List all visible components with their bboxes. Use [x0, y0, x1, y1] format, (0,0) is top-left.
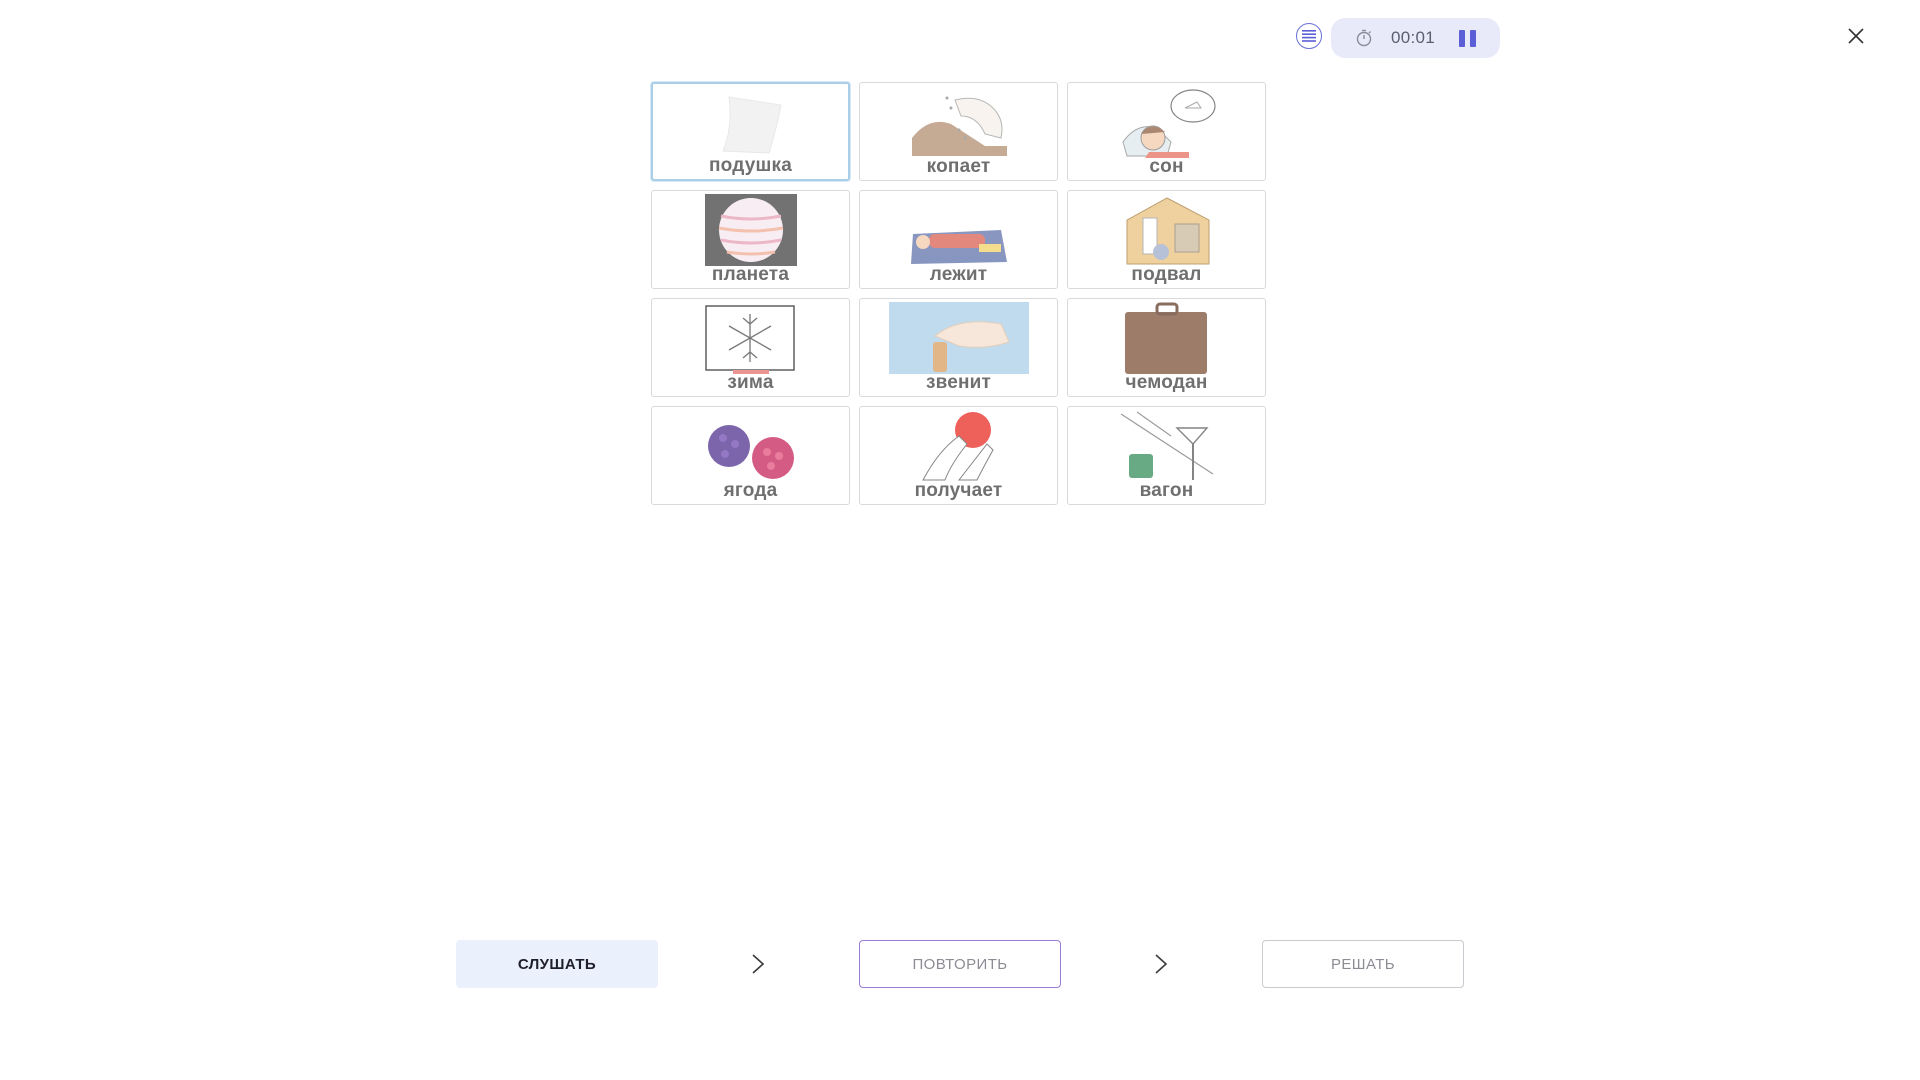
solve-button[interactable]: РЕШАТЬ [1262, 940, 1464, 988]
ringing-bell-icon [888, 302, 1029, 374]
card-word: зима [727, 372, 774, 393]
digging-hand-icon [911, 96, 1007, 156]
planet-icon [704, 194, 797, 266]
word-card[interactable]: подвал [1067, 190, 1266, 289]
close-button[interactable] [1846, 26, 1866, 46]
chevron-right-icon [752, 954, 765, 974]
berries-icon [707, 425, 794, 479]
repeat-button[interactable]: ПОВТОРИТЬ [859, 940, 1061, 988]
word-card[interactable]: вагон [1067, 406, 1266, 505]
card-word: сон [1149, 156, 1184, 177]
card-word: получает [914, 480, 1003, 501]
lying-person-icon [910, 230, 1007, 264]
card-word: вагон [1139, 480, 1194, 501]
basement-icon [1126, 197, 1209, 265]
close-icon [1848, 28, 1864, 44]
word-card[interactable]: звенит [859, 298, 1058, 397]
card-word: ягода [723, 480, 778, 501]
word-card[interactable]: планета [651, 190, 850, 289]
exercise-screen: 00:01 подушка копает сон планета лежит п… [0, 0, 1920, 1080]
card-word: подушка [708, 155, 792, 176]
word-card[interactable]: чемодан [1067, 298, 1266, 397]
card-word: лежит [929, 264, 988, 285]
pillow-icon [721, 96, 782, 154]
menu-list-button[interactable] [1296, 23, 1322, 49]
pause-icon-bar-left [1459, 30, 1465, 47]
word-card[interactable]: сон [1067, 82, 1266, 181]
word-card[interactable]: подушка [651, 82, 850, 181]
timer-panel: 00:01 [1331, 18, 1500, 58]
list-icon [1302, 30, 1316, 42]
word-card[interactable]: получает [859, 406, 1058, 505]
chevron-right-icon [1155, 954, 1168, 974]
word-card[interactable]: зима [651, 298, 850, 397]
word-card-grid: подушка копает сон планета лежит подвал … [651, 82, 1266, 505]
listen-button[interactable]: СЛУШАТЬ [456, 940, 658, 988]
pause-button[interactable] [1459, 30, 1477, 47]
timer-value: 00:01 [1391, 28, 1436, 47]
card-word: планета [711, 264, 790, 285]
sleeping-child-icon [1121, 89, 1216, 158]
word-card[interactable]: ягода [651, 406, 850, 505]
card-word: подвал [1131, 264, 1202, 285]
cable-car-icon [1120, 411, 1213, 480]
pause-icon-bar-right [1470, 30, 1476, 47]
word-card[interactable]: лежит [859, 190, 1058, 289]
snowflake-icon [704, 305, 795, 374]
stopwatch-icon [1356, 29, 1372, 47]
card-word: звенит [925, 372, 992, 393]
receiving-ball-icon [921, 412, 994, 481]
card-word: копает [926, 156, 991, 177]
word-card[interactable]: копает [859, 82, 1058, 181]
suitcase-icon [1124, 302, 1207, 374]
card-word: чемодан [1125, 372, 1208, 393]
